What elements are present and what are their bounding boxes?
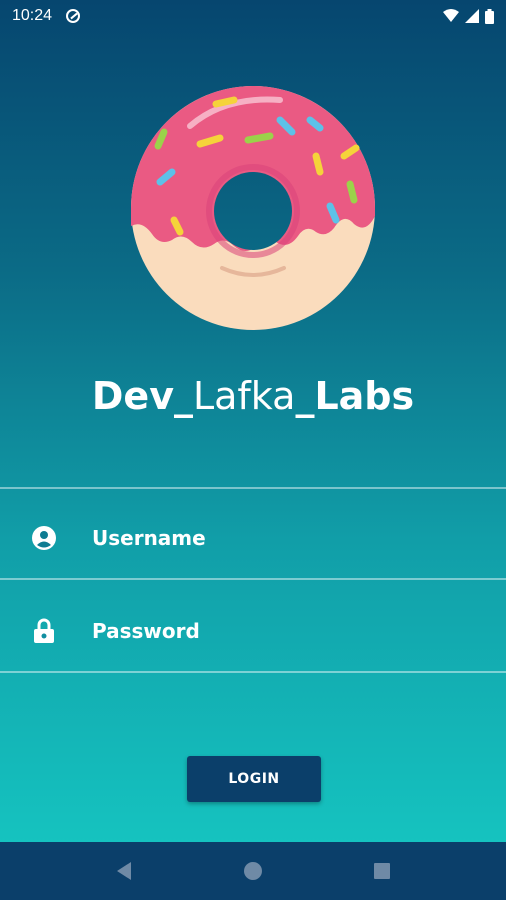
status-right [443, 8, 494, 24]
status-left: 10:24 [12, 7, 81, 25]
password-input[interactable] [90, 610, 474, 652]
account-icon [32, 526, 56, 550]
back-icon [117, 862, 132, 880]
brand-part-dev: Dev [91, 374, 174, 418]
password-field[interactable] [0, 587, 506, 675]
donut-logo [131, 86, 375, 330]
divider [0, 578, 506, 580]
brand-separator: _ [295, 374, 315, 418]
login-button[interactable]: LOGIN [187, 756, 321, 802]
brand-title: Dev_Lafka_Labs [0, 372, 506, 420]
lock-icon [32, 618, 56, 643]
brand-part-lafka: Lafka [192, 374, 296, 418]
status-bar: 10:24 [0, 0, 506, 32]
sync-icon [66, 9, 81, 23]
signal-icon [465, 9, 479, 23]
home-icon [243, 862, 262, 880]
divider [0, 487, 506, 489]
navigation-bar [0, 842, 506, 900]
username-input[interactable] [90, 517, 474, 559]
recents-icon [373, 863, 390, 879]
divider [0, 671, 506, 673]
wifi-icon [443, 9, 459, 22]
brand-separator: _ [173, 374, 193, 418]
username-field[interactable] [0, 494, 506, 582]
home-button[interactable] [233, 851, 273, 891]
status-time: 10:24 [12, 7, 53, 24]
back-button[interactable] [104, 851, 144, 891]
recents-button[interactable] [362, 851, 402, 891]
battery-icon [485, 8, 494, 24]
brand-part-labs: Labs [314, 374, 415, 418]
